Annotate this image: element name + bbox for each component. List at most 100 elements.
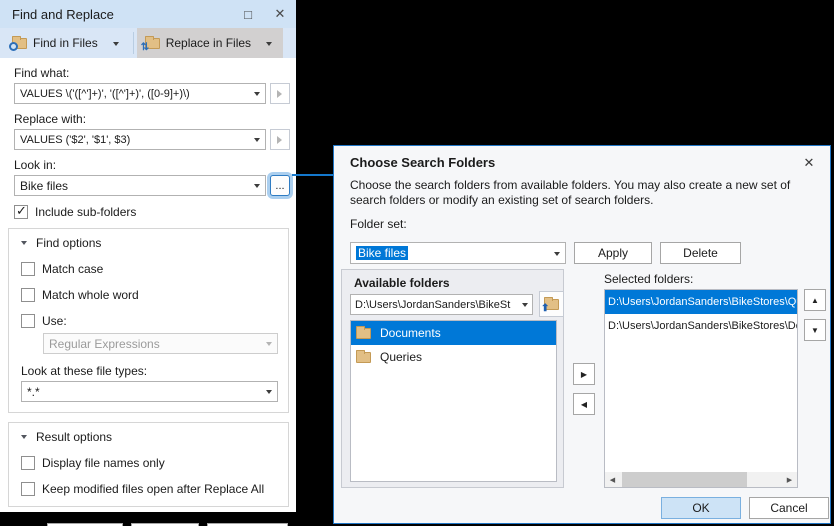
chevron-down-icon xyxy=(554,251,560,259)
close-icon[interactable]: ✕ xyxy=(264,0,296,28)
find-what-combobox[interactable]: VALUES \('([^']+)', '([^']+)', ([0-9]+)\… xyxy=(14,83,266,104)
move-down-button[interactable]: ▼ xyxy=(804,319,826,341)
close-icon[interactable]: ✕ xyxy=(798,153,820,173)
match-whole-word-row[interactable]: Match whole word xyxy=(21,288,278,302)
scroll-right-icon[interactable]: ▶ xyxy=(782,472,797,487)
arrow-right-icon: ▶ xyxy=(580,369,588,379)
window-title: Find and Replace xyxy=(12,6,114,22)
chevron-down-icon xyxy=(266,390,272,397)
scrollbar-track[interactable] xyxy=(620,472,782,487)
include-subfolders-checkbox-row[interactable]: Include sub-folders xyxy=(14,203,282,219)
find-what-expression-builder-button[interactable] xyxy=(270,83,290,104)
folder-up-icon xyxy=(541,296,559,314)
chevron-right-icon xyxy=(277,89,286,98)
look-in-combobox[interactable]: Bike files xyxy=(14,175,266,196)
apply-button[interactable]: Apply xyxy=(574,242,652,264)
find-options-group: Find options Match case Match whole word… xyxy=(8,228,289,413)
replace-in-files-icon xyxy=(141,35,160,53)
choose-search-folders-dialog: Choose Search Folders ✕ Choose the searc… xyxy=(333,145,831,524)
folder-set-value: Bike files xyxy=(356,246,409,260)
replace-with-label: Replace with: xyxy=(14,112,87,126)
use-checkbox[interactable] xyxy=(21,314,35,328)
mode-toolbar: Find in Files Replace in Files xyxy=(0,28,296,58)
folder-icon xyxy=(356,325,371,339)
path-text: D:\Users\JordanSanders\BikeStores\Qu xyxy=(608,296,797,308)
scroll-left-icon[interactable]: ◀ xyxy=(605,472,620,487)
match-case-row[interactable]: Match case xyxy=(21,262,278,276)
file-types-value: *.* xyxy=(27,384,40,399)
up-one-level-button[interactable] xyxy=(539,291,564,317)
find-in-files-label: Find in Files xyxy=(33,36,98,50)
selected-path-item[interactable]: D:\Users\JordanSanders\BikeStores\Qu xyxy=(605,290,797,314)
chevron-down-icon xyxy=(112,41,119,49)
replace-in-files-group: Replace in Files xyxy=(136,28,284,58)
replace-with-combobox[interactable]: VALUES ('$2', '$1', $3) xyxy=(14,129,266,150)
remove-folder-button[interactable]: ◀ xyxy=(573,393,595,415)
path-text: D:\Users\JordanSanders\BikeStores\Do xyxy=(608,320,797,332)
chevron-down-icon xyxy=(254,92,260,99)
dialog-description: Choose the search folders from available… xyxy=(350,178,791,207)
selected-folders-list[interactable]: D:\Users\JordanSanders\BikeStores\Qu D:\… xyxy=(604,289,798,488)
display-file-names-label: Display file names only xyxy=(42,456,165,470)
dialog-title: Choose Search Folders xyxy=(350,155,496,170)
find-options-title: Find options xyxy=(36,236,102,250)
match-whole-word-checkbox[interactable] xyxy=(21,288,35,302)
available-path-combobox[interactable]: D:\Users\JordanSanders\BikeSt xyxy=(350,294,533,315)
arrow-up-icon: ▲ xyxy=(811,295,819,305)
file-types-combobox[interactable]: *.* xyxy=(21,381,278,402)
toolbar-separator xyxy=(132,32,134,54)
maximize-icon[interactable]: □ xyxy=(232,0,264,28)
look-in-value: Bike files xyxy=(20,178,69,193)
display-file-names-row[interactable]: Display file names only xyxy=(21,456,278,470)
scrollbar-thumb[interactable] xyxy=(622,472,747,487)
result-options-group: Result options Display file names only K… xyxy=(8,422,289,507)
find-replace-window: Find and Replace □ ✕ Find in Files ⇅ Rep… xyxy=(0,0,296,526)
result-options-title: Result options xyxy=(36,430,113,444)
keep-modified-row[interactable]: Keep modified files open after Replace A… xyxy=(21,482,278,496)
titlebar[interactable]: Find and Replace □ ✕ xyxy=(0,0,296,28)
folder-set-combobox[interactable]: Bike files xyxy=(350,242,566,264)
available-folders-header: Available folders xyxy=(354,276,450,290)
collapse-triangle-icon xyxy=(21,240,27,248)
find-in-files-dropdown[interactable] xyxy=(104,28,128,58)
use-method-combobox: Regular Expressions xyxy=(43,333,278,354)
use-label: Use: xyxy=(42,314,67,328)
replace-in-files-dropdown[interactable] xyxy=(257,28,281,58)
desktop-background: Find and Replace □ ✕ Find in Files ⇅ Rep… xyxy=(0,0,834,526)
match-case-checkbox[interactable] xyxy=(21,262,35,276)
available-folders-group: Available folders D:\Users\JordanSanders… xyxy=(341,269,564,488)
use-method-value: Regular Expressions xyxy=(49,336,160,351)
list-item-documents[interactable]: Documents xyxy=(351,321,556,345)
chevron-right-icon xyxy=(277,135,286,144)
arrow-down-icon: ▼ xyxy=(811,325,819,335)
find-in-files-button[interactable]: Find in Files xyxy=(6,28,104,58)
replace-with-value: VALUES ('$2', '$1', $3) xyxy=(20,133,131,146)
ok-button[interactable]: OK xyxy=(661,497,741,519)
display-file-names-checkbox[interactable] xyxy=(21,456,35,470)
replace-in-files-label: Replace in Files xyxy=(165,36,252,50)
delete-button[interactable]: Delete xyxy=(660,242,741,264)
result-options-header[interactable]: Result options xyxy=(21,430,282,444)
available-folders-list[interactable]: Documents Queries xyxy=(350,320,557,482)
cancel-button[interactable]: Cancel xyxy=(749,497,829,519)
look-in-label: Look in: xyxy=(14,158,57,172)
include-subfolders-checkbox[interactable] xyxy=(14,203,28,219)
replace-with-expression-builder-button[interactable] xyxy=(270,129,290,150)
browse-folders-button[interactable]: ... xyxy=(270,175,290,196)
chevron-down-icon xyxy=(254,184,260,191)
folder-name: Documents xyxy=(380,326,441,340)
move-up-button[interactable]: ▲ xyxy=(804,289,826,311)
replace-in-files-button[interactable]: Replace in Files xyxy=(139,28,257,58)
use-row[interactable]: Use: xyxy=(21,314,278,328)
horizontal-scrollbar[interactable]: ◀ ▶ xyxy=(605,472,797,487)
folder-name: Queries xyxy=(380,350,423,364)
available-path-value: D:\Users\JordanSanders\BikeSt xyxy=(355,298,511,311)
find-what-value: VALUES \('([^']+)', '([^']+)', ([0-9]+)\… xyxy=(20,87,190,100)
find-in-files-group: Find in Files xyxy=(4,28,130,58)
file-types-label: Look at these file types: xyxy=(21,364,148,378)
list-item-queries[interactable]: Queries xyxy=(351,345,556,369)
find-options-header[interactable]: Find options xyxy=(21,236,282,250)
keep-modified-checkbox[interactable] xyxy=(21,482,35,496)
add-folder-button[interactable]: ▶ xyxy=(573,363,595,385)
selected-path-item[interactable]: D:\Users\JordanSanders\BikeStores\Do xyxy=(605,314,797,338)
